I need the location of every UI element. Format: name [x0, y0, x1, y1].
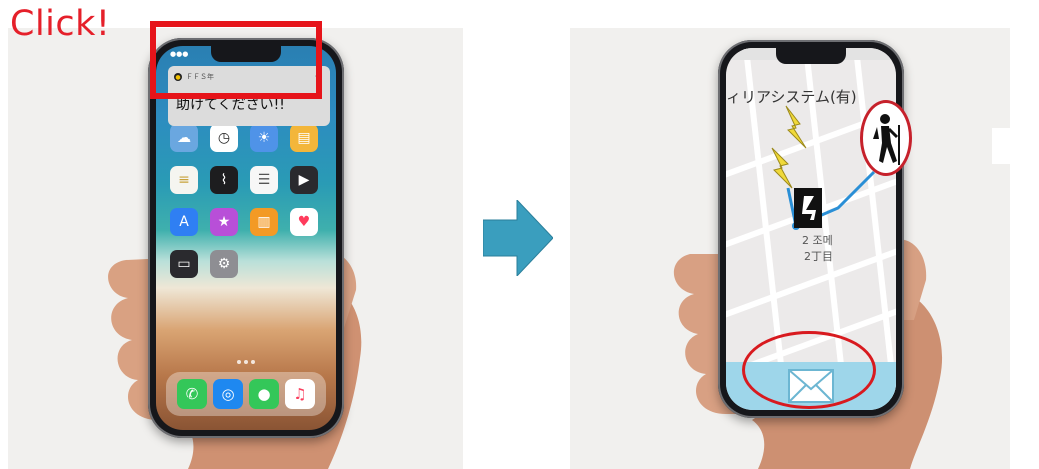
right-arrow-icon — [483, 200, 553, 276]
map-block-label-korean: 2 조메 — [802, 234, 833, 247]
videos-icon[interactable]: ▶ — [290, 166, 318, 194]
hiker-marker — [860, 100, 912, 176]
wallet-icon[interactable]: ▭ — [170, 250, 198, 278]
books-icon[interactable]: ▥ — [250, 208, 278, 236]
notification-highlight-box — [150, 21, 322, 99]
app-icon[interactable]: ☁ — [170, 124, 198, 152]
weather-icon[interactable]: ☀ — [250, 124, 278, 152]
safari-icon[interactable]: ◎ — [213, 379, 243, 409]
hiker-icon — [873, 114, 900, 165]
map-block-label-japanese: 2丁目 — [804, 250, 833, 263]
music-icon[interactable]: ♫ — [285, 379, 315, 409]
app-grid: ☁ ◷ ☀ ▤ ≡ ⌇ ☰ ▶ A ★ ▥ ♥ ▭ ⚙ — [170, 124, 322, 278]
settings-icon[interactable]: ⚙ — [210, 250, 238, 278]
stocks-icon[interactable]: ⌇ — [210, 166, 238, 194]
clock-icon[interactable]: ◷ — [210, 124, 238, 152]
mail-highlight-ellipse — [742, 331, 876, 409]
messages-icon[interactable]: ● — [249, 379, 279, 409]
reminders-icon[interactable]: ☰ — [250, 166, 278, 194]
health-icon[interactable]: ♥ — [290, 208, 318, 236]
phone-notch — [776, 48, 846, 64]
notes-icon[interactable]: ≡ — [170, 166, 198, 194]
right-panel: ィリアシステム(有) 2 조메 2丁目 — [570, 28, 1010, 469]
itunes-store-icon[interactable]: ★ — [210, 208, 238, 236]
page-indicator — [237, 360, 255, 364]
dock: ✆ ◎ ● ♫ — [166, 372, 326, 416]
map-place-label: ィリアシステム(有) — [726, 88, 857, 106]
home-screen: ●●● ▮ ☁ ◷ ☀ ▤ ≡ ⌇ ☰ ▶ A ★ ▥ ♥ ▭ ⚙ ✆ ◎ ● … — [156, 46, 336, 430]
phone-icon[interactable]: ✆ — [177, 379, 207, 409]
app-store-icon[interactable]: A — [170, 208, 198, 236]
click-label: Click! — [10, 4, 111, 44]
notes-icon[interactable]: ▤ — [290, 124, 318, 152]
